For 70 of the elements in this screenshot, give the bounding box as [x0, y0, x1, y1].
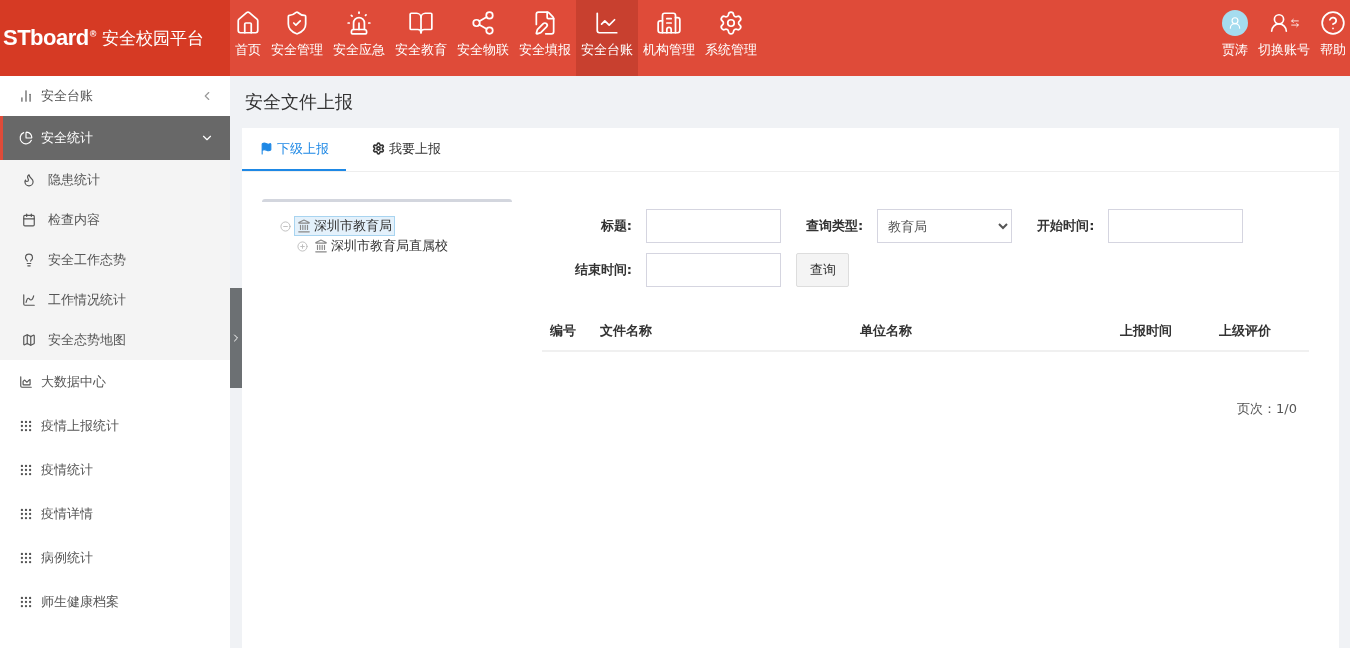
nav-item[interactable]: 系统管理 — [700, 0, 762, 76]
grid-icon — [19, 507, 33, 521]
field-label: 开始时间: — [1037, 217, 1095, 235]
building-icon — [314, 239, 328, 253]
pen-document-icon — [532, 10, 558, 36]
column-header: 编号 — [550, 322, 577, 340]
sidebar-subitem[interactable]: 工作情况统计 — [0, 280, 230, 320]
building-icon — [656, 10, 682, 36]
line-chart-icon — [22, 293, 36, 307]
column-header: 上级评价 — [1219, 322, 1272, 340]
logo: STboard$^{®}$ 安全校园平台 — [0, 0, 230, 76]
tab[interactable]: 下级上报 — [242, 128, 346, 171]
home-icon — [235, 10, 261, 36]
sidebar-subitem[interactable]: 隐患统计 — [0, 160, 230, 200]
shield-check-icon — [284, 10, 310, 36]
calendar-icon — [22, 213, 36, 227]
field-label: 结束时间: — [573, 261, 632, 279]
nav-item[interactable]: 安全教育 — [390, 0, 452, 76]
sidebar-item[interactable]: 安全统计 — [0, 116, 230, 160]
sidebar-toggle[interactable] — [230, 288, 242, 388]
flame-icon — [22, 173, 36, 187]
nav-item[interactable]: 安全管理 — [266, 0, 328, 76]
expand-icon[interactable] — [297, 240, 308, 252]
column-header: 上报时间 — [1120, 322, 1173, 340]
collapse-icon[interactable] — [280, 220, 291, 232]
column-header: 文件名称 — [600, 322, 653, 340]
flag-icon — [259, 142, 273, 155]
avatar-icon — [1222, 10, 1248, 36]
tree-node[interactable]: 深圳市教育局直属校 — [311, 236, 451, 256]
nav-item[interactable]: 安全台账 — [576, 0, 638, 76]
lightbulb-icon — [22, 253, 36, 267]
alarm-light-icon — [346, 10, 372, 36]
bar-chart-icon — [19, 89, 33, 103]
nav-item[interactable]: 安全填报 — [514, 0, 576, 76]
settings-icon — [718, 10, 744, 36]
field-label: 查询类型: — [806, 217, 864, 235]
column-header: 单位名称 — [860, 322, 913, 340]
gear-icon — [371, 142, 385, 155]
sidebar-subitem[interactable]: 安全态势地图 — [0, 320, 230, 360]
field-label: 标题: — [599, 217, 632, 235]
pie-chart-icon — [19, 131, 33, 145]
page-title: 安全文件上报 — [244, 90, 354, 114]
area-chart-icon — [19, 375, 33, 389]
query-type-select[interactable]: 教育局 — [877, 209, 1013, 243]
query-button[interactable]: 查询 — [796, 253, 849, 287]
map-icon — [22, 333, 36, 347]
sidebar-subitem[interactable]: 安全工作态势 — [0, 240, 230, 280]
help-button[interactable]: 帮助 — [1320, 0, 1346, 76]
help-icon — [1320, 10, 1346, 36]
pagination-text: 页次：1/0 — [1237, 400, 1297, 418]
grid-icon — [19, 419, 33, 433]
sidebar-subitem[interactable]: 检查内容 — [0, 200, 230, 240]
switch-account-button[interactable]: 切换账号 — [1258, 0, 1310, 76]
nav-item[interactable]: 首页 — [230, 0, 266, 76]
book-icon — [408, 10, 434, 36]
tab[interactable]: 我要上报 — [346, 128, 466, 171]
input-field[interactable] — [646, 209, 781, 243]
user-button[interactable]: 贾涛 — [1222, 0, 1248, 76]
building-icon — [297, 219, 311, 233]
nav-item[interactable]: 安全应急 — [328, 0, 390, 76]
nav-item[interactable]: 安全物联 — [452, 0, 514, 76]
grid-icon — [19, 551, 33, 565]
network-icon — [470, 10, 496, 36]
tree-node[interactable]: 深圳市教育局 — [294, 216, 395, 236]
grid-icon — [19, 595, 33, 609]
input-field[interactable] — [1108, 209, 1244, 243]
grid-icon — [19, 463, 33, 477]
nav-item[interactable]: 机构管理 — [638, 0, 700, 76]
input-field[interactable] — [646, 253, 781, 287]
line-chart-icon — [594, 10, 620, 36]
